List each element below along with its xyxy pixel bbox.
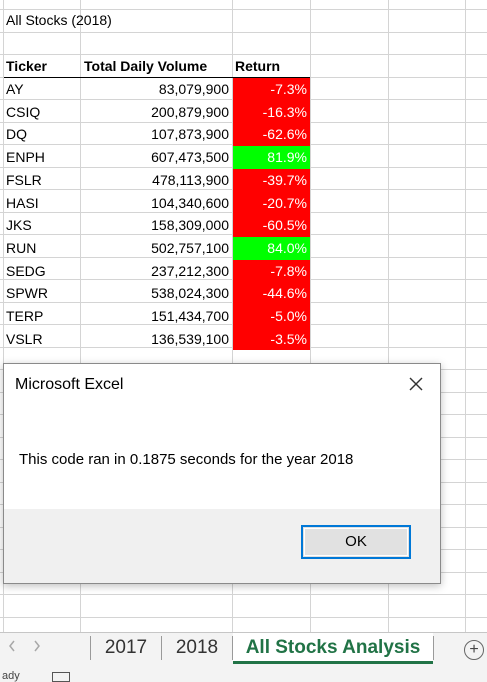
status-bar: ady	[0, 664, 487, 682]
cell-ticker[interactable]: CSIQ	[6, 101, 78, 123]
cell-ticker[interactable]: RUN	[6, 237, 78, 259]
close-icon[interactable]	[404, 372, 428, 396]
dialog-title: Microsoft Excel	[15, 376, 124, 393]
cell-return[interactable]: -7.3%	[233, 78, 310, 101]
header-ticker[interactable]: Ticker	[6, 55, 78, 77]
cell-volume[interactable]: 237,212,300	[81, 260, 232, 282]
cell-ticker[interactable]: HASI	[6, 192, 78, 214]
dialog-message: This code ran in 0.1875 seconds for the …	[19, 451, 354, 468]
cell-return[interactable]: 81.9%	[233, 146, 310, 169]
cell-return[interactable]: -20.7%	[233, 192, 310, 214]
cell-volume[interactable]: 502,757,100	[81, 237, 232, 259]
cell-return[interactable]: -16.3%	[233, 101, 310, 123]
cell-return[interactable]: -39.7%	[233, 169, 310, 192]
macro-record-icon[interactable]	[52, 672, 70, 682]
tab-2017[interactable]: 2017	[91, 633, 161, 664]
cell-ticker[interactable]: JKS	[6, 214, 78, 236]
status-text: ady	[2, 670, 20, 682]
cell-volume[interactable]: 151,434,700	[81, 305, 232, 327]
cell-ticker[interactable]: ENPH	[6, 146, 78, 168]
cell-volume[interactable]: 104,340,600	[81, 192, 232, 214]
dialog-footer: OK	[4, 509, 440, 583]
tab-2018[interactable]: 2018	[162, 633, 232, 664]
cell-return[interactable]: -7.8%	[233, 260, 310, 282]
cell-volume[interactable]: 200,879,900	[81, 101, 232, 123]
cell-return[interactable]: -5.0%	[233, 305, 310, 328]
cell-return[interactable]: -3.5%	[233, 328, 310, 350]
header-return[interactable]: Return	[235, 55, 309, 77]
cell-return[interactable]: -44.6%	[233, 282, 310, 305]
cell-volume[interactable]: 158,309,000	[81, 214, 232, 236]
tab-all-stocks-analysis[interactable]: All Stocks Analysis	[233, 633, 433, 664]
cell-return[interactable]: 84.0%	[233, 237, 310, 260]
cell-return[interactable]: -62.6%	[233, 123, 310, 146]
message-dialog: Microsoft Excel This code ran in 0.1875 …	[3, 363, 441, 584]
cell-volume[interactable]: 607,473,500	[81, 146, 232, 168]
cell-volume[interactable]: 83,079,900	[81, 78, 232, 100]
cell-ticker[interactable]: FSLR	[6, 169, 78, 191]
cell-ticker[interactable]: VSLR	[6, 328, 78, 350]
cell-volume[interactable]: 136,539,100	[81, 328, 232, 350]
chevron-right-icon[interactable]	[33, 640, 41, 655]
plus-circle-icon[interactable]: +	[464, 640, 484, 660]
cell-ticker[interactable]: SPWR	[6, 282, 78, 304]
cell-volume[interactable]: 538,024,300	[81, 282, 232, 304]
cell-return[interactable]: -60.5%	[233, 214, 310, 237]
ok-button[interactable]: OK	[301, 525, 411, 559]
cell-ticker[interactable]: DQ	[6, 123, 78, 145]
cell-volume[interactable]: 107,873,900	[81, 123, 232, 145]
cell-volume[interactable]: 478,113,900	[81, 169, 232, 191]
sheet-tab-bar: 2017 2018 All Stocks Analysis +	[0, 632, 487, 664]
sheet-title-cell[interactable]: All Stocks (2018)	[6, 9, 112, 31]
chevron-left-icon[interactable]	[8, 640, 16, 655]
cell-ticker[interactable]: TERP	[6, 305, 78, 327]
cell-ticker[interactable]: SEDG	[6, 260, 78, 282]
cell-ticker[interactable]: AY	[6, 78, 78, 100]
header-volume[interactable]: Total Daily Volume	[84, 55, 232, 77]
